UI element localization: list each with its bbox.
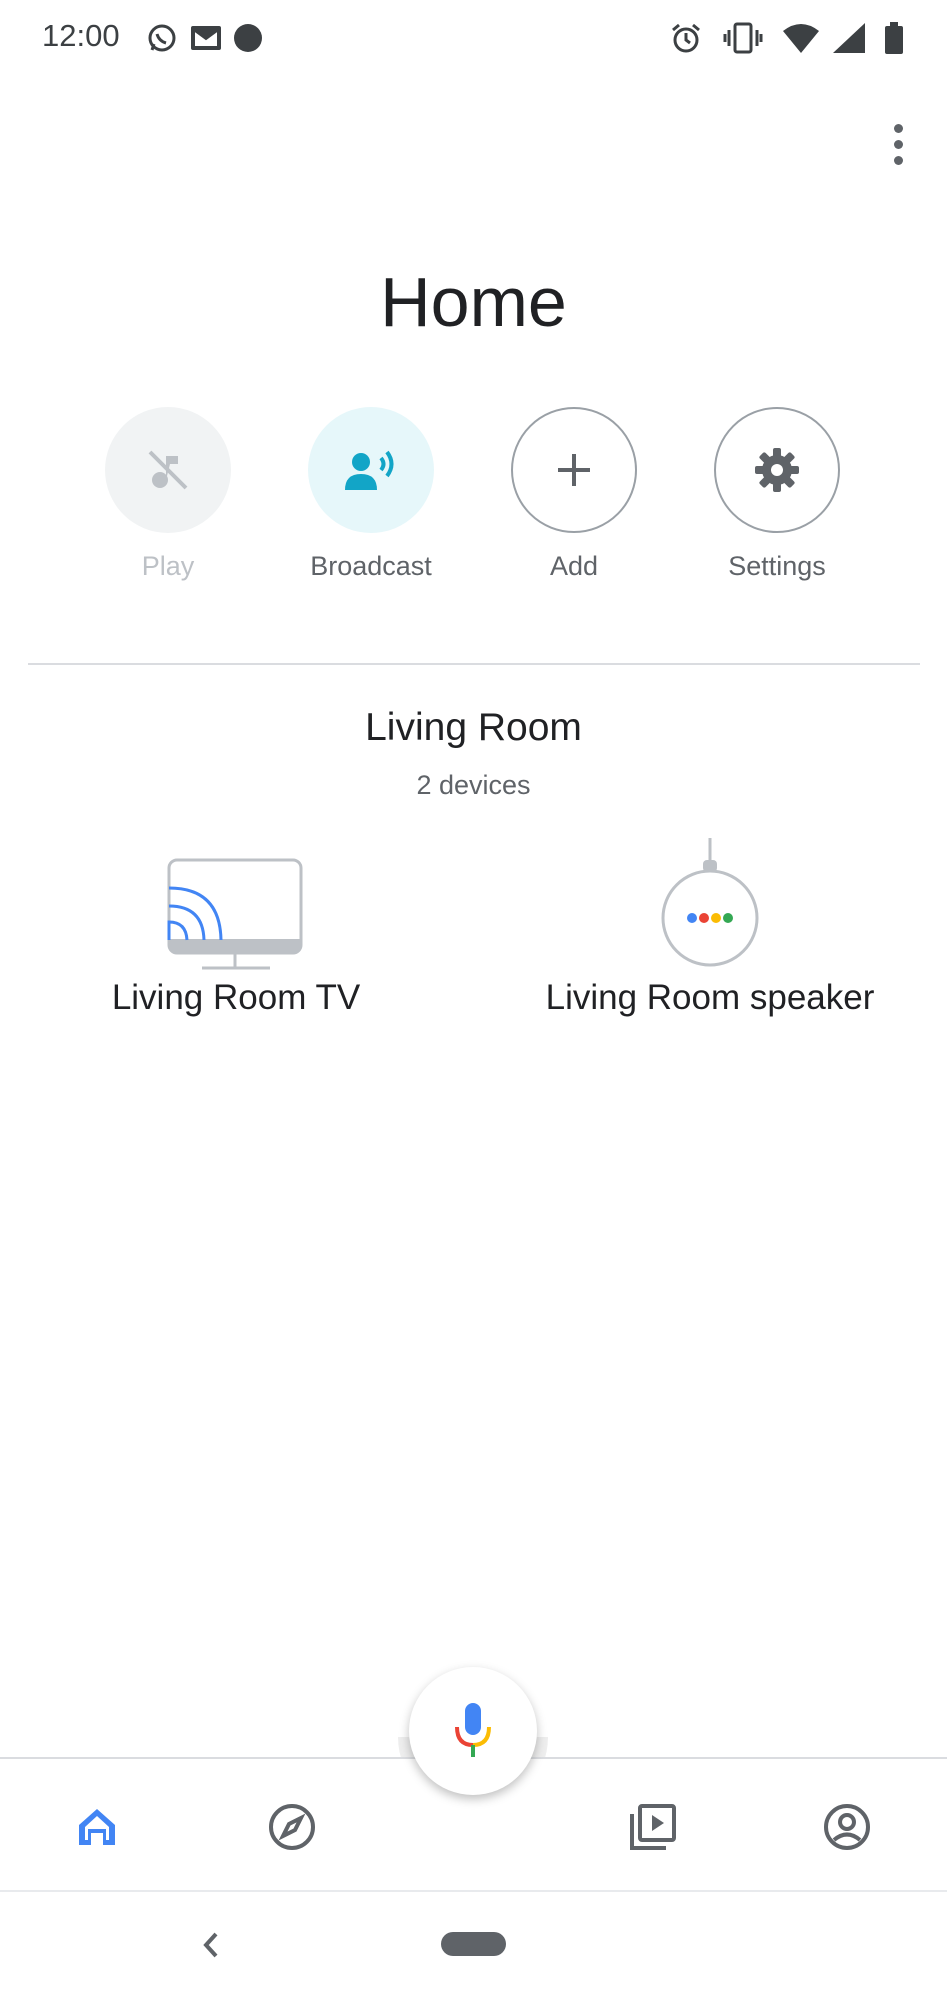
add-button[interactable]: Add [494, 407, 654, 582]
mic-icon [455, 1703, 491, 1757]
add-label: Add [549, 551, 599, 581]
music-off-icon [105, 407, 231, 533]
status-time: 12:00 [42, 18, 120, 53]
device-tile-living-room-tv[interactable]: Living Room TV [86, 838, 386, 1018]
media-icon[interactable] [623, 1797, 683, 1857]
device-tile-living-room-speaker[interactable]: Living Room speaker [510, 838, 910, 1018]
vibrate-icon [723, 18, 763, 58]
more-options-icon[interactable] [878, 112, 918, 176]
battery-icon [884, 18, 904, 58]
explore-icon[interactable] [262, 1797, 322, 1857]
page-title: Home [380, 263, 567, 341]
tv-cast-icon [86, 838, 386, 972]
home-handle[interactable] [441, 1932, 506, 1956]
signal-icon [832, 18, 866, 58]
section-divider [28, 663, 920, 665]
play-button[interactable]: Play [88, 407, 248, 582]
whatsapp-icon [146, 18, 178, 58]
home-icon[interactable] [67, 1797, 127, 1857]
settings-label: Settings [728, 551, 826, 581]
gear-icon [714, 407, 840, 533]
gmail-icon [190, 18, 222, 58]
broadcast-icon [308, 407, 434, 533]
room-device-count: 2 devices [416, 770, 531, 800]
mic-button[interactable] [409, 1667, 537, 1795]
device-label-speaker: Living Room speaker [545, 978, 875, 1017]
broadcast-button[interactable]: Broadcast [291, 407, 451, 582]
alarm-icon [670, 18, 702, 58]
back-icon[interactable] [196, 1928, 226, 1962]
play-label: Play [141, 551, 195, 581]
google-home-mini-icon [510, 838, 910, 972]
account-icon[interactable] [817, 1797, 877, 1857]
wifi-icon [782, 18, 820, 58]
broadcast-label: Broadcast [310, 551, 432, 581]
dot-icon [233, 18, 263, 58]
plus-icon [511, 407, 637, 533]
device-label-tv: Living Room TV [111, 978, 361, 1017]
room-name[interactable]: Living Room [0, 706, 947, 750]
settings-button[interactable]: Settings [697, 407, 857, 582]
